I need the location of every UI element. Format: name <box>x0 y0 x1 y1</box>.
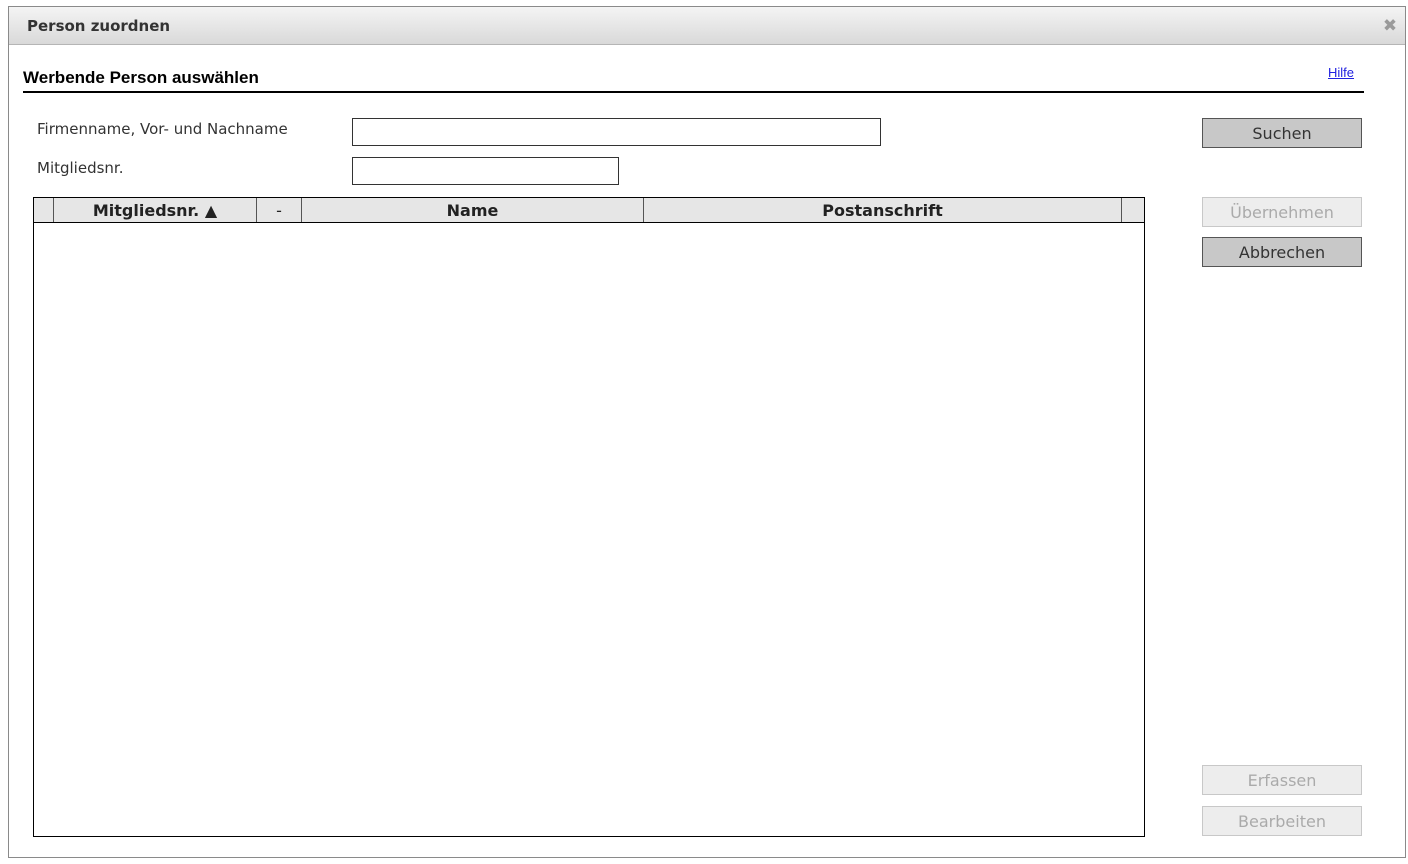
create-button[interactable]: Erfassen <box>1202 765 1362 795</box>
dialog-title: Person zuordnen <box>27 17 171 35</box>
help-link[interactable]: Hilfe <box>1328 65 1354 80</box>
member-number-input[interactable] <box>352 157 619 185</box>
name-search-input[interactable] <box>352 118 881 146</box>
accept-button[interactable]: Übernehmen <box>1202 197 1362 227</box>
column-header-name[interactable]: Name <box>302 198 644 222</box>
search-button[interactable]: Suchen <box>1202 118 1362 148</box>
member-number-label: Mitgliedsnr. <box>37 159 124 177</box>
column-header-flag[interactable]: - <box>257 198 302 222</box>
table-body <box>34 224 1144 836</box>
table-header: Mitgliedsnr. ▲ - Name Postanschrift <box>34 198 1144 223</box>
column-header-member-number[interactable]: Mitgliedsnr. ▲ <box>54 198 257 222</box>
column-header-address[interactable]: Postanschrift <box>644 198 1122 222</box>
section-title: Werbende Person auswählen <box>23 68 259 87</box>
result-table: Mitgliedsnr. ▲ - Name Postanschrift <box>33 197 1145 837</box>
cancel-button[interactable]: Abbrechen <box>1202 237 1362 267</box>
close-icon[interactable]: ✖ <box>1375 7 1405 45</box>
column-header-filler <box>1122 198 1144 222</box>
section-divider <box>23 91 1364 93</box>
column-header-selector[interactable] <box>34 198 54 222</box>
edit-button[interactable]: Bearbeiten <box>1202 806 1362 836</box>
person-assign-dialog: Person zuordnen ✖ Werbende Person auswäh… <box>8 6 1406 858</box>
name-search-label: Firmenname, Vor- und Nachname <box>37 120 288 138</box>
dialog-titlebar: Person zuordnen ✖ <box>9 7 1405 45</box>
